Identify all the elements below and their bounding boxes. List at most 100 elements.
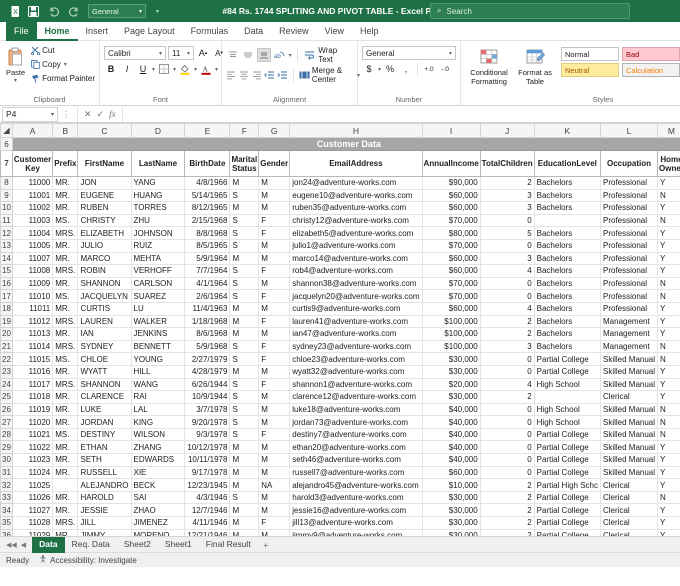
paste-button[interactable]: Paste ▾ bbox=[4, 43, 27, 84]
table-cell[interactable]: N bbox=[657, 352, 680, 366]
table-cell[interactable]: Skilled Manual bbox=[599, 364, 659, 379]
table-cell[interactable]: M bbox=[229, 301, 260, 316]
table-cell[interactable]: Y bbox=[657, 201, 680, 215]
table-cell[interactable]: Y bbox=[657, 226, 680, 240]
table-cell[interactable]: S bbox=[229, 264, 260, 278]
sheet-tab-final-result[interactable]: Final Result bbox=[199, 537, 258, 553]
table-cell[interactable]: 5/14/1965 bbox=[184, 188, 231, 203]
table-cell[interactable]: MR. bbox=[52, 402, 79, 417]
table-header-cell[interactable]: Occupation bbox=[599, 150, 659, 177]
table-cell[interactable]: $100,000 bbox=[421, 314, 481, 329]
table-cell[interactable]: M bbox=[229, 503, 260, 518]
table-cell[interactable]: $60,000 bbox=[421, 301, 481, 316]
table-cell[interactable]: 11001 bbox=[11, 188, 54, 203]
table-cell[interactable]: 11009 bbox=[11, 276, 54, 291]
table-cell[interactable]: YOUNG bbox=[130, 352, 186, 366]
table-cell[interactable]: Y bbox=[657, 503, 680, 518]
table-cell[interactable]: M bbox=[229, 465, 260, 480]
table-cell[interactable]: 11026 bbox=[11, 490, 54, 505]
cell-style-calculation[interactable]: Calculation bbox=[622, 63, 680, 77]
table-cell[interactable]: Partial College bbox=[533, 352, 602, 366]
currency-dropdown-icon[interactable]: ▾ bbox=[378, 66, 381, 73]
merge-center-icon[interactable] bbox=[299, 68, 310, 82]
table-cell[interactable]: N bbox=[657, 276, 680, 291]
table-cell[interactable]: Partial College bbox=[533, 516, 602, 530]
row-header[interactable]: 36 bbox=[0, 528, 13, 536]
row-header[interactable]: 32 bbox=[0, 478, 13, 492]
table-cell[interactable]: SETH bbox=[77, 453, 132, 467]
table-cell[interactable]: M bbox=[258, 176, 291, 190]
table-cell[interactable]: MRS. bbox=[52, 516, 79, 530]
table-cell[interactable]: 10/11/1978 bbox=[184, 453, 231, 467]
ribbon-tab-insert[interactable]: Insert bbox=[78, 22, 117, 41]
borders-dropdown-icon[interactable]: ▾ bbox=[173, 66, 176, 73]
table-cell[interactable]: sydney23@adventure-works.com bbox=[289, 339, 423, 354]
table-cell[interactable]: Bachelors bbox=[533, 176, 602, 190]
table-cell[interactable]: Professional bbox=[599, 289, 659, 303]
table-cell[interactable]: $90,000 bbox=[421, 176, 481, 190]
table-cell[interactable]: Y bbox=[657, 390, 680, 404]
table-cell[interactable]: M bbox=[258, 453, 291, 467]
column-header-j[interactable]: J bbox=[479, 123, 535, 138]
column-header-a[interactable]: A bbox=[11, 123, 54, 138]
table-cell[interactable]: $40,000 bbox=[421, 453, 481, 467]
table-cell[interactable]: $40,000 bbox=[421, 427, 481, 442]
table-cell[interactable]: IAN bbox=[77, 327, 132, 341]
table-cell[interactable]: Skilled Manual bbox=[599, 465, 659, 480]
table-cell[interactable]: ethan20@adventure-works.com bbox=[289, 440, 423, 455]
table-cell[interactable]: JENKINS bbox=[130, 327, 186, 341]
table-cell[interactable]: $60,000 bbox=[421, 188, 481, 203]
row-header[interactable]: 11 bbox=[0, 213, 13, 228]
table-cell[interactable]: NA bbox=[258, 478, 291, 492]
font-size-combo[interactable]: 11 ▾ bbox=[168, 46, 194, 60]
table-header-cell[interactable]: Gender bbox=[258, 150, 291, 177]
table-cell[interactable]: harold3@adventure-works.com bbox=[289, 490, 423, 505]
table-cell[interactable]: S bbox=[229, 390, 260, 404]
table-cell[interactable]: julio1@adventure-works.com bbox=[289, 238, 423, 253]
table-cell[interactable]: elizabeth5@adventure-works.com bbox=[289, 226, 423, 240]
table-cell[interactable]: EUGENE bbox=[77, 188, 132, 203]
table-cell[interactable]: 0 bbox=[479, 402, 535, 417]
table-cell[interactable]: $20,000 bbox=[421, 377, 481, 392]
name-box-more-icon[interactable]: ⋮ bbox=[58, 110, 74, 119]
merge-center-label[interactable]: Merge & Center bbox=[312, 66, 355, 84]
table-cell[interactable]: Bachelors bbox=[533, 339, 602, 354]
table-cell[interactable]: S bbox=[229, 339, 260, 354]
table-cell[interactable]: N bbox=[657, 213, 680, 228]
table-cell[interactable]: Professional bbox=[599, 301, 659, 316]
table-cell[interactable]: Y bbox=[657, 528, 680, 536]
table-cell[interactable]: MR. bbox=[52, 327, 79, 341]
table-cell[interactable]: Bachelors bbox=[533, 327, 602, 341]
increase-font-size-button[interactable]: A ▴ bbox=[196, 46, 210, 60]
table-cell[interactable]: CHRISTY bbox=[77, 213, 132, 228]
table-cell[interactable]: russell7@adventure-works.com bbox=[289, 465, 423, 480]
row-header[interactable]: 23 bbox=[0, 364, 13, 379]
table-cell[interactable]: Skilled Manual bbox=[599, 377, 659, 392]
table-cell[interactable]: 11017 bbox=[11, 377, 54, 392]
table-cell[interactable]: Y bbox=[657, 377, 680, 392]
table-cell[interactable]: $40,000 bbox=[421, 402, 481, 417]
table-cell[interactable]: Partial College bbox=[533, 465, 602, 480]
table-cell[interactable]: 11010 bbox=[11, 289, 54, 303]
table-cell[interactable]: 8/8/1968 bbox=[184, 226, 231, 240]
table-cell[interactable]: $70,000 bbox=[421, 276, 481, 291]
table-cell[interactable]: JON bbox=[77, 176, 132, 190]
table-cell[interactable]: Professional bbox=[599, 188, 659, 203]
increase-decimal-button[interactable]: +.0 bbox=[422, 62, 436, 76]
table-cell[interactable]: wyatt32@adventure-works.com bbox=[289, 364, 423, 379]
table-cell[interactable]: 11003 bbox=[11, 213, 54, 228]
table-cell[interactable]: 2/15/1968 bbox=[184, 213, 231, 228]
table-header-cell[interactable]: Customer Key bbox=[11, 150, 54, 177]
currency-format-button[interactable]: $ bbox=[362, 62, 376, 76]
table-cell[interactable]: ZHAO bbox=[130, 503, 186, 518]
table-cell[interactable]: 2/6/1964 bbox=[184, 289, 231, 303]
sheet-tab-data[interactable]: Data bbox=[32, 536, 65, 553]
table-cell[interactable]: jacquelyn20@adventure-works.com bbox=[289, 289, 423, 303]
table-cell[interactable]: 2 bbox=[479, 503, 535, 518]
table-cell[interactable]: jimmy9@adventure-works.com bbox=[289, 528, 423, 536]
table-cell[interactable]: M bbox=[229, 478, 260, 492]
table-header-cell[interactable]: BirthDate bbox=[184, 150, 231, 177]
table-cell[interactable]: F bbox=[258, 516, 291, 530]
table-cell[interactable]: Bachelors bbox=[533, 226, 602, 240]
table-cell[interactable]: 0 bbox=[479, 276, 535, 291]
